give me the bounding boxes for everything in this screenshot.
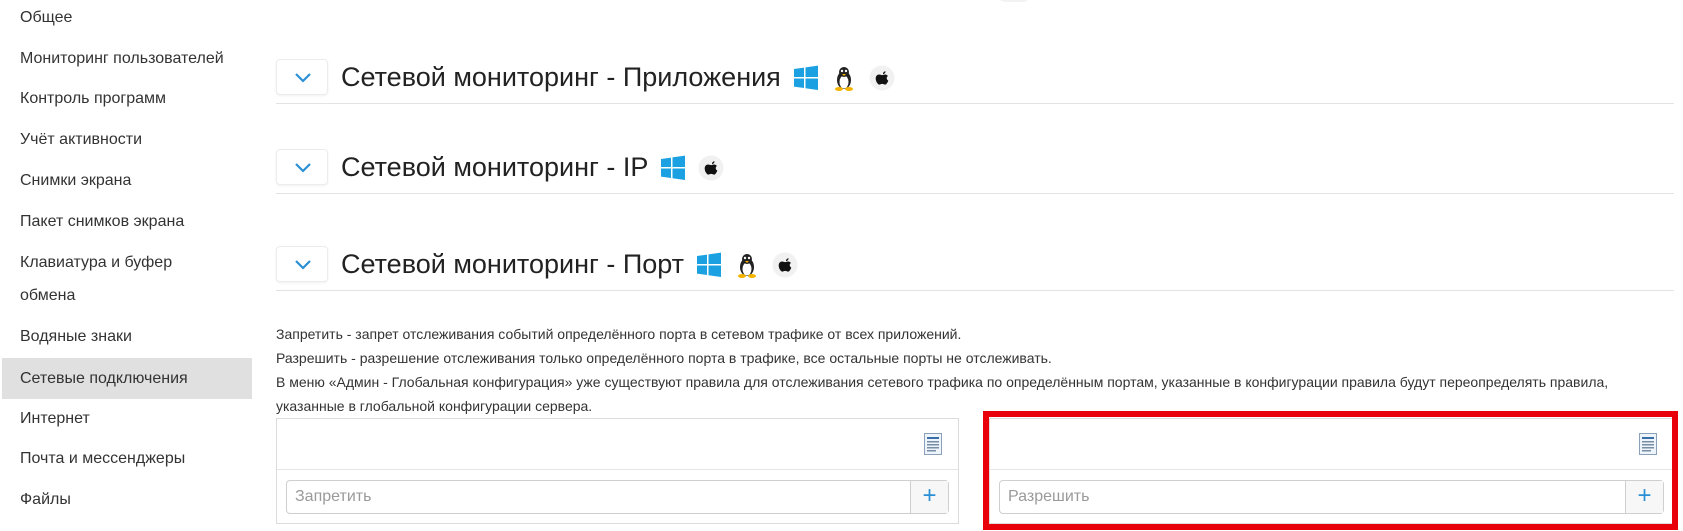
deny-port-input[interactable]	[287, 481, 907, 513]
windows-icon	[696, 252, 722, 278]
section-network-apps: Сетевой мониторинг - Приложения	[276, 56, 1674, 104]
sidebar-item-screenshot-batch[interactable]: Пакет снимков экрана	[2, 211, 252, 233]
section-title-text: Сетевой мониторинг - Порт	[341, 249, 685, 279]
description-global-config-cont: указанные в глобальной конфигурации серв…	[276, 398, 593, 414]
allow-panel: +	[989, 418, 1674, 524]
sidebar-item-activity-tracking[interactable]: Учёт активности	[2, 129, 252, 151]
section-title: Сетевой мониторинг - Приложения	[341, 62, 895, 93]
panel-header	[990, 419, 1673, 470]
chevron-down-icon	[295, 73, 311, 83]
section-title-text: Сетевой мониторинг - IP	[341, 152, 649, 182]
sidebar-item-internet[interactable]: Интернет	[2, 408, 252, 430]
apple-icon	[869, 65, 895, 91]
description-allow: Разрешить - разрешение отслеживания толь…	[276, 350, 1052, 366]
expand-toggle-button[interactable]	[276, 149, 328, 185]
sidebar: Общее Мониторинг пользователей Контроль …	[0, 0, 254, 531]
linux-icon	[734, 252, 760, 278]
scroll-indicator	[996, 0, 1032, 2]
sidebar-item-label-line2: обмена	[20, 287, 76, 304]
expand-toggle-button[interactable]	[276, 246, 328, 282]
deny-panel: +	[276, 418, 959, 524]
description-global-config: В меню «Админ - Глобальная конфигурация»…	[276, 374, 1609, 390]
linux-icon	[831, 65, 857, 91]
document-list-icon[interactable]	[1639, 433, 1657, 455]
sidebar-item-general[interactable]: Общее	[2, 7, 252, 29]
windows-icon	[660, 155, 686, 181]
allow-port-input[interactable]	[1000, 481, 1620, 513]
main-content: Сетевой мониторинг - Приложения Сетевой …	[276, 0, 1676, 531]
sidebar-item-program-control[interactable]: Контроль программ	[2, 88, 252, 110]
sidebar-item-keyboard-clipboard[interactable]: Клавиатура и буфер обмена	[2, 252, 252, 318]
section-title: Сетевой мониторинг - Порт	[341, 249, 798, 280]
sidebar-item-watermarks[interactable]: Водяные знаки	[2, 326, 252, 348]
sidebar-item-label: Клавиатура и буфер	[20, 254, 173, 271]
apple-icon	[698, 155, 724, 181]
section-network-port: Сетевой мониторинг - Порт	[276, 243, 1674, 291]
chevron-down-icon	[295, 163, 311, 173]
sidebar-item-files[interactable]: Файлы	[2, 489, 252, 511]
sidebar-item-mail-messengers[interactable]: Почта и мессенджеры	[2, 448, 252, 470]
deny-input-group: +	[286, 480, 949, 514]
description-deny: Запретить - запрет отслеживания событий …	[276, 326, 962, 342]
windows-icon	[793, 65, 819, 91]
sidebar-item-user-monitoring[interactable]: Мониторинг пользователей	[2, 48, 252, 70]
allow-input-group: +	[999, 480, 1664, 514]
apple-icon	[772, 252, 798, 278]
deny-add-button[interactable]: +	[910, 481, 948, 513]
allow-add-button[interactable]: +	[1625, 481, 1663, 513]
document-list-icon[interactable]	[924, 433, 942, 455]
sidebar-item-screenshots[interactable]: Снимки экрана	[2, 170, 252, 192]
section-title: Сетевой мониторинг - IP	[341, 152, 724, 183]
expand-toggle-button[interactable]	[276, 59, 328, 95]
section-title-text: Сетевой мониторинг - Приложения	[341, 62, 781, 92]
chevron-down-icon	[295, 260, 311, 270]
section-network-ip: Сетевой мониторинг - IP	[276, 146, 1674, 194]
sidebar-item-network-connections[interactable]: Сетевые подключения	[2, 358, 252, 399]
panel-header	[277, 419, 958, 470]
